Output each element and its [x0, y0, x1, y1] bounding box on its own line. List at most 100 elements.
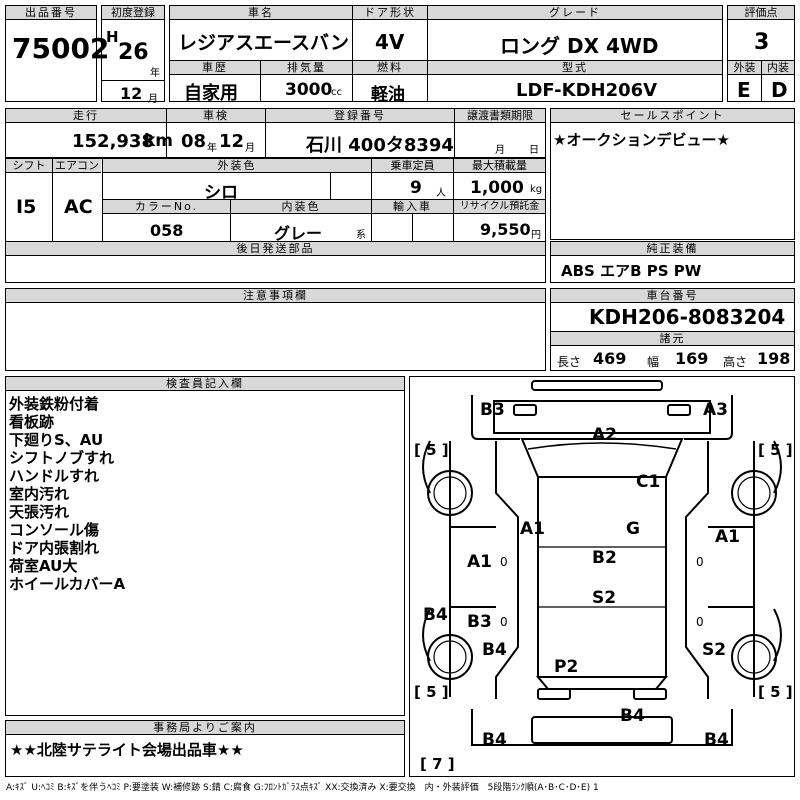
- tire-tread: [ 5 ]: [758, 683, 793, 701]
- history-box: 車歴 自家用: [169, 60, 261, 104]
- insp-year: 08: [181, 131, 207, 152]
- office-label: 事務局よりご案内: [6, 721, 404, 735]
- reg: 石川 400タ8394: [306, 135, 454, 156]
- year: 26: [118, 40, 149, 65]
- later-parts-label: 後日発送部品: [6, 242, 545, 256]
- length-label: 長さ: [557, 355, 582, 369]
- width-label: 幅: [647, 355, 660, 369]
- caution-box: 注意事項欄: [5, 288, 546, 371]
- mileage-label: 走行: [6, 109, 166, 123]
- inspector-box: 検査員記入欄 外装鉄粉付着 看板跡 下廻りS、AU シフトノブすれ ハンドルすれ…: [5, 376, 405, 716]
- score-label: 評価点: [728, 6, 794, 20]
- inspection-label: 車検: [167, 109, 265, 123]
- insp-month-unit: 月: [245, 143, 255, 154]
- damage-mark: B4: [423, 605, 448, 625]
- width: 169: [675, 349, 709, 368]
- note-line: 外装鉄粉付着: [9, 395, 100, 413]
- intcolor-label: 内装色: [231, 200, 371, 214]
- grade: ロング DX 4WD: [500, 34, 659, 58]
- load: 1,000: [470, 178, 524, 198]
- cap-label: 乗車定員: [372, 159, 453, 173]
- transfer-day: 日: [529, 145, 539, 156]
- intcolor-unit: 系: [356, 230, 366, 241]
- lot-number: 75002: [12, 32, 110, 65]
- damage-mark: B4: [482, 640, 507, 660]
- damage-mark: A3: [703, 400, 728, 420]
- recycle: 9,550: [480, 220, 531, 239]
- door: 4V: [375, 30, 405, 54]
- note-line: 下廻りS、AU: [9, 431, 104, 449]
- lot-box: 出品番号 75002: [5, 5, 109, 102]
- fuel-label: 燃料: [353, 61, 427, 75]
- import-label: 輸入車: [372, 200, 453, 214]
- later-parts-box: 後日発送部品: [5, 241, 546, 283]
- transfer-box: 譲渡書類期限 月 日: [454, 108, 546, 158]
- load-label: 最大積載量: [454, 159, 545, 173]
- chassis-box: 車台番号 KDH206-8083204 諸元 長さ 469 幅 169 高さ 1…: [550, 288, 795, 371]
- shift: I5: [16, 196, 37, 218]
- month: 12: [120, 84, 143, 103]
- model-box: 型式 LDF-KDH206V: [427, 60, 723, 102]
- sales-point-text: ★オークションデビュー★: [553, 131, 730, 149]
- door-mark: 0: [696, 615, 704, 629]
- lot-label: 出品番号: [6, 6, 96, 20]
- inspector-notes: 外装鉄粉付着 看板跡 下廻りS、AU シフトノブすれ ハンドルすれ 室内汚れ 天…: [9, 395, 125, 593]
- year-unit: 年: [150, 68, 160, 79]
- history: 自家用: [184, 83, 238, 104]
- fuel-box: 燃料 軽油: [352, 60, 428, 105]
- insp-year-unit: 年: [207, 143, 217, 154]
- ext: E: [737, 78, 751, 102]
- int-label: 内装: [762, 61, 794, 75]
- note-line: ドア内張割れ: [9, 539, 100, 557]
- note-line: 看板跡: [9, 413, 55, 431]
- ac: AC: [64, 196, 93, 218]
- transfer-label: 譲渡書類期限: [455, 109, 545, 123]
- month-unit: 月: [148, 94, 158, 105]
- door-mark: 0: [696, 555, 704, 569]
- model: LDF-KDH206V: [516, 80, 658, 101]
- ac-label: エアコン: [53, 159, 101, 173]
- damage-mark: A2: [592, 425, 617, 445]
- model-label: 型式: [428, 61, 722, 75]
- damage-mark: B4: [482, 730, 507, 750]
- inspector-label: 検査員記入欄: [6, 377, 404, 391]
- first-reg-box: 初度登録 H 26 年 12 月: [101, 5, 165, 105]
- era: H: [106, 28, 119, 46]
- door-box: ドア形状 4V: [352, 5, 428, 61]
- equipment-text: ABS エアB PS PW: [561, 262, 702, 280]
- ext-label: 外装: [728, 61, 761, 75]
- note-line: 荷室AU大: [9, 557, 78, 575]
- height: 198: [757, 349, 791, 368]
- mileage-box: 走行 152,938 km: [5, 108, 173, 158]
- cap: 9: [410, 178, 422, 198]
- transfer-month: 月: [495, 145, 505, 156]
- car-name-label: 車名: [170, 6, 352, 20]
- damage-mark: S2: [592, 588, 617, 608]
- tire-tread: [ 5 ]: [414, 441, 449, 459]
- note-line: ホイールカバーA: [9, 575, 126, 593]
- disp-box: 排気量 3000 cc: [260, 60, 353, 102]
- note-line: コンソール傷: [9, 521, 100, 539]
- door-label: ドア形状: [353, 6, 427, 20]
- note-line: 室内汚れ: [9, 485, 70, 503]
- damage-mark: B4: [704, 730, 729, 750]
- load-unit: kg: [530, 184, 543, 195]
- chassis-number: KDH206-8083204: [589, 305, 786, 329]
- sales-point-label: セールスポイント: [551, 109, 794, 123]
- length: 469: [593, 349, 627, 368]
- equipment-label: 純正装備: [551, 242, 794, 256]
- damage-mark: P2: [554, 657, 579, 677]
- colorno-label: カラーNo.: [103, 200, 230, 214]
- damage-mark: B4: [620, 706, 645, 726]
- damage-mark: G: [626, 519, 640, 539]
- disp: 3000: [285, 80, 333, 100]
- grade-box: グレード ロング DX 4WD: [427, 5, 723, 61]
- score-box: 評価点 3: [727, 5, 795, 61]
- ext-box: 外装 E: [727, 60, 762, 102]
- reg-box: 登録番号 石川 400タ8394: [265, 108, 455, 158]
- car-name-box: 車名 レジアスエースバン: [169, 5, 353, 61]
- car-name: レジアスエースバン: [178, 32, 350, 54]
- score: 3: [754, 30, 770, 55]
- damage-mark: C1: [636, 472, 661, 492]
- disp-label: 排気量: [261, 61, 352, 75]
